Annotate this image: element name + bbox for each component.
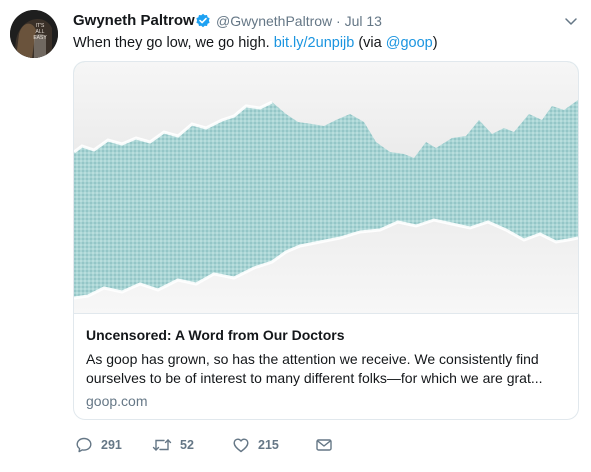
link-card[interactable]: Uncensored: A Word from Our Doctors As g…	[73, 61, 579, 420]
reply-icon	[75, 436, 93, 454]
card-title[interactable]: Uncensored: A Word from Our Doctors	[86, 327, 345, 343]
tweet-header: Gwyneth Paltrow @GwynethPaltrow · Jul 13	[73, 10, 591, 32]
reply-count: 291	[101, 438, 122, 452]
like-count: 215	[258, 438, 279, 452]
author-meta: @GwynethPaltrow · Jul 13	[216, 13, 382, 29]
avatar[interactable]: IT'S ALL EASY	[10, 10, 58, 58]
caret-down-icon[interactable]	[563, 13, 579, 29]
verified-icon	[195, 13, 211, 29]
retweet-button[interactable]: 52	[152, 433, 194, 457]
tweet-text-main: When they go low, we go high.	[73, 35, 274, 51]
retweet-count: 52	[180, 438, 194, 452]
reply-button[interactable]: 291	[75, 433, 122, 457]
author-name[interactable]: Gwyneth Paltrow	[73, 12, 195, 29]
card-description: As goop has grown, so has the attention …	[86, 351, 543, 386]
tweet-date[interactable]: Jul 13	[345, 13, 382, 29]
svg-text:EASY: EASY	[33, 35, 47, 41]
meta-separator: ·	[332, 13, 345, 29]
tweet-actions: 291 52 215	[73, 433, 473, 459]
card-domain: goop.com	[86, 393, 148, 409]
tweet-text: When they go low, we go high. bit.ly/2un…	[73, 35, 438, 51]
author-handle[interactable]: @GwynethPaltrow	[216, 13, 332, 29]
mention-link[interactable]: @goop	[386, 35, 433, 51]
tweet-link[interactable]: bit.ly/2unpijb	[274, 35, 355, 51]
like-icon	[232, 436, 250, 454]
card-image[interactable]	[74, 62, 578, 313]
tweet[interactable]: IT'S ALL EASY Gwyneth Paltrow @GwynethPa…	[0, 0, 591, 472]
retweet-icon	[152, 436, 172, 454]
tweet-via-suffix: )	[432, 35, 438, 51]
like-button[interactable]: 215	[232, 433, 279, 457]
message-icon	[315, 436, 333, 454]
message-button[interactable]	[315, 433, 333, 457]
tweet-via-prefix: (via	[354, 35, 386, 51]
card-body[interactable]: Uncensored: A Word from Our Doctors As g…	[74, 313, 578, 419]
